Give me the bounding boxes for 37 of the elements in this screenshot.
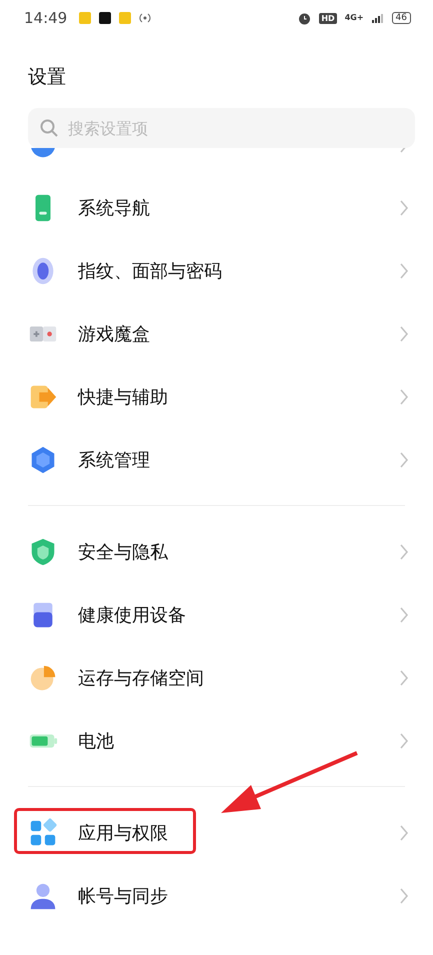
alarm-icon [298, 12, 312, 24]
settings-item[interactable]: 系统导航 [0, 176, 433, 239]
network-type: 4G+ [344, 14, 364, 22]
search-icon [40, 119, 58, 137]
chevron-icon [399, 324, 409, 342]
app-notification-icon [79, 12, 92, 24]
hotspot-icon [139, 12, 152, 24]
chevron-icon [399, 198, 409, 216]
network-badge: HD [319, 12, 337, 24]
battery-level: 46 [392, 12, 411, 24]
chevron-icon [399, 606, 409, 624]
settings-item[interactable]: 指纹、面部与密码 [0, 239, 433, 302]
settings-item[interactable]: 运存与存储空间 [0, 646, 433, 709]
chevron-icon [399, 886, 409, 904]
settings-item[interactable]: 电池 [0, 709, 433, 772]
settings-item[interactable]: 安全与隐私 [0, 520, 433, 583]
chevron-icon [399, 824, 409, 842]
chevron-icon [399, 732, 409, 750]
apps-icon [28, 818, 58, 848]
search-bar[interactable]: 搜索设置项 [28, 108, 415, 148]
chevron-icon [399, 668, 409, 686]
app-notification-icon [119, 12, 132, 24]
chevron-icon [399, 262, 409, 280]
chevron-icon [399, 542, 409, 560]
clock-time: 14:49 [24, 9, 68, 27]
settings-item[interactable]: 系统管理 [0, 428, 433, 491]
settings-item[interactable]: 游戏魔盒 [0, 302, 433, 365]
signal-icon [372, 13, 384, 23]
page-title: 设置 [27, 65, 67, 90]
settings-item[interactable]: 帐号与同步 [0, 864, 433, 927]
settings-item[interactable]: 快捷与辅助 [0, 365, 433, 428]
settings-item[interactable]: 应用与权限 [0, 801, 433, 864]
chevron-icon [399, 450, 409, 468]
chevron-icon [399, 388, 409, 406]
search-field[interactable]: 搜索设置项 [66, 118, 403, 138]
app-notification-icon [99, 12, 112, 24]
settings-item[interactable]: 健康使用设备 [0, 583, 433, 646]
